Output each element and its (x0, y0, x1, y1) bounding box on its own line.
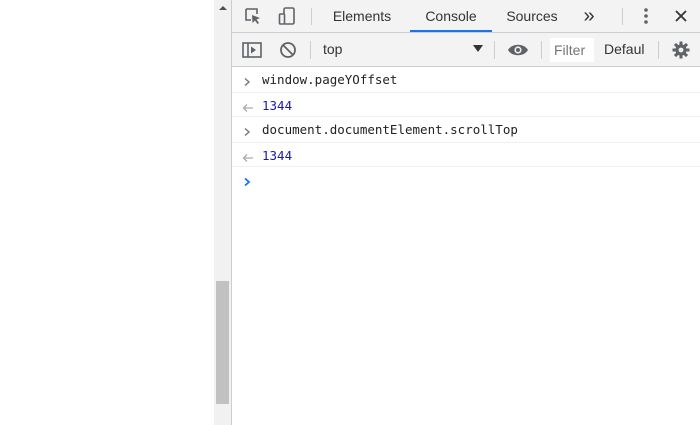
clear-console-icon[interactable] (277, 40, 299, 60)
scroll-up-arrow-icon[interactable] (214, 0, 231, 17)
chevron-double-right-icon[interactable]: » (578, 6, 600, 26)
console-result-row: 1344 (232, 93, 700, 117)
prompt-chevron-icon (242, 174, 252, 192)
scrollbar-thumb[interactable] (216, 281, 229, 404)
console-toolbar: top Defaul (232, 33, 700, 67)
filter-input[interactable] (550, 38, 594, 62)
console-input-row: document.documentElement.scrollTop (232, 117, 700, 143)
input-chevron-icon (242, 124, 254, 137)
tab-elements[interactable]: Elements (324, 0, 400, 32)
devtools-tabbar: Elements Console Sources » (232, 0, 700, 33)
page-content-area (0, 0, 214, 425)
console-prompt[interactable] (232, 167, 700, 191)
console-input-text[interactable]: window.pageYOffset (262, 72, 397, 87)
console-result-value[interactable]: 1344 (262, 98, 292, 113)
device-toolbar-icon[interactable] (274, 5, 300, 27)
gear-icon[interactable] (670, 40, 692, 60)
console-output: window.pageYOffset 1344 document.documen… (232, 67, 700, 191)
filter-field[interactable] (550, 38, 594, 62)
toolbar-separator-4 (658, 41, 659, 59)
console-result-row: 1344 (232, 143, 700, 167)
context-selector[interactable]: top (323, 41, 342, 57)
console-input-row: window.pageYOffset (232, 67, 700, 93)
toolbar-separator (310, 41, 311, 59)
result-arrow-icon (242, 150, 254, 162)
input-chevron-icon (242, 74, 254, 87)
toolbar-separator-2 (494, 41, 495, 59)
tab-console[interactable]: Console (410, 0, 492, 32)
inspect-element-icon[interactable] (240, 5, 266, 27)
eye-icon[interactable] (506, 41, 530, 59)
console-input-text[interactable]: document.documentElement.scrollTop (262, 122, 518, 137)
console-result-value[interactable]: 1344 (262, 148, 292, 163)
log-levels-dropdown[interactable]: Defaul (604, 41, 650, 57)
tabbar-separator (311, 8, 312, 25)
devtools-panel: Elements Console Sources » top Filter De… (231, 0, 700, 425)
result-arrow-icon (242, 100, 254, 112)
sidebar-toggle-icon[interactable] (241, 40, 263, 60)
dropdown-arrow-icon[interactable] (472, 44, 484, 54)
tabbar-separator-2 (622, 8, 623, 25)
tab-sources[interactable]: Sources (498, 0, 566, 32)
page-scrollbar[interactable] (214, 0, 231, 425)
close-icon[interactable] (670, 6, 692, 26)
toolbar-separator-3 (541, 41, 542, 59)
kebab-menu-icon[interactable] (637, 6, 655, 26)
